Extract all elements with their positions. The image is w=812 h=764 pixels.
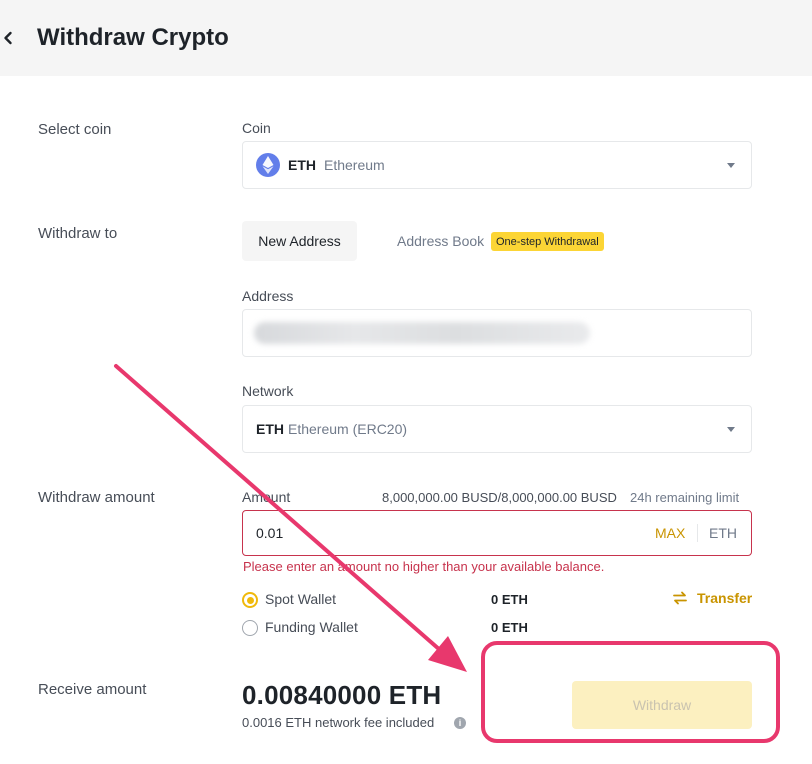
amount-unit: ETH [709, 525, 737, 541]
funding-wallet-label[interactable]: Funding Wallet [265, 619, 358, 635]
receive-amount-label: Receive amount [38, 681, 147, 698]
amount-field-label: Amount [242, 489, 291, 505]
transfer-icon [673, 591, 687, 605]
info-icon[interactable]: i [454, 717, 466, 729]
coin-field-label: Coin [242, 120, 271, 136]
remaining-limit-value: 8,000,000.00 BUSD/8,000,000.00 BUSD [382, 490, 617, 505]
caret-down-icon [727, 427, 735, 432]
amount-error-message: Please enter an amount no higher than yo… [243, 559, 605, 574]
page-header: Withdraw Crypto [0, 0, 812, 76]
address-input[interactable] [242, 309, 752, 357]
back-button[interactable] [0, 26, 16, 50]
network-name: Ethereum (ERC20) [288, 421, 408, 437]
spot-wallet-balance: 0 ETH [491, 592, 528, 607]
caret-down-icon [727, 163, 735, 168]
unit-divider [697, 524, 698, 542]
tab-new-address[interactable]: New Address [242, 221, 357, 261]
network-fee-text: 0.0016 ETH network fee included [242, 715, 435, 730]
network-select[interactable]: ETH Ethereum (ERC20) [242, 405, 752, 453]
page-title: Withdraw Crypto [37, 24, 229, 51]
transfer-label: Transfer [697, 590, 753, 606]
chevron-left-icon [4, 31, 12, 45]
funding-wallet-radio[interactable] [242, 620, 258, 636]
one-step-withdrawal-badge: One-step Withdrawal [491, 232, 604, 251]
funding-wallet-balance: 0 ETH [491, 620, 528, 635]
spot-wallet-radio[interactable] [242, 592, 258, 608]
max-button[interactable]: MAX [655, 525, 685, 541]
receive-amount-value: 0.00840000 ETH [242, 680, 442, 710]
coin-select[interactable]: ETH Ethereum [242, 141, 752, 189]
ethereum-icon [256, 153, 280, 177]
remaining-limit-label: 24h remaining limit [630, 490, 740, 505]
coin-name: Ethereum [324, 157, 385, 173]
transfer-button[interactable]: Transfer [673, 590, 752, 606]
amount-value: 0.01 [256, 525, 284, 541]
annotation-arrow [114, 364, 467, 672]
network-symbol: ETH [256, 421, 284, 437]
coin-symbol: ETH [288, 157, 316, 173]
address-field-label: Address [242, 288, 294, 304]
withdraw-to-label: Withdraw to [38, 225, 118, 242]
spot-wallet-label[interactable]: Spot Wallet [265, 591, 336, 607]
amount-input[interactable]: 0.01 MAX ETH [242, 510, 752, 556]
blurred-address [254, 322, 590, 344]
tab-address-book[interactable]: Address Book [397, 233, 484, 249]
withdraw-amount-label: Withdraw amount [38, 489, 155, 506]
network-field-label: Network [242, 383, 294, 399]
withdraw-button[interactable]: Withdraw [572, 681, 752, 729]
select-coin-label: Select coin [38, 121, 112, 138]
